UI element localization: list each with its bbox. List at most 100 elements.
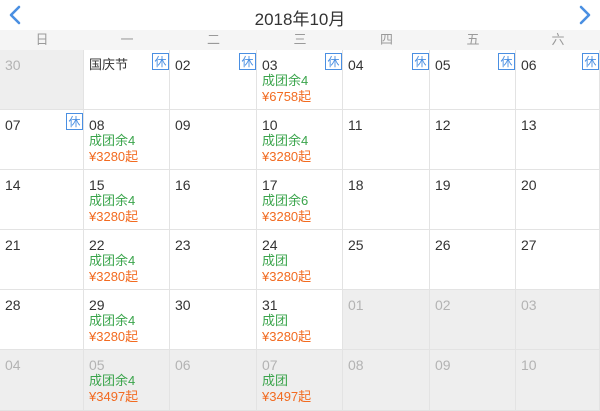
price-text: ¥3280起 [89, 329, 139, 344]
day-number: 03 [521, 297, 537, 313]
weekday-label: 一 [120, 32, 134, 47]
price-text: ¥3280起 [89, 209, 139, 224]
weekday-label: 五 [466, 32, 480, 47]
day-number: 06 [521, 57, 537, 73]
next-month-button[interactable] [572, 0, 598, 30]
day-number: 26 [435, 237, 451, 253]
weekday-label: 三 [293, 32, 307, 47]
day-number: 05 [89, 357, 105, 373]
day-cell[interactable]: 02 [430, 290, 516, 350]
day-number: 13 [521, 117, 537, 133]
day-number: 04 [5, 357, 21, 373]
day-cell[interactable]: 08 成团余4 ¥3280起 [84, 110, 170, 170]
day-number: 09 [435, 357, 451, 373]
price-text: ¥3280起 [262, 329, 312, 344]
availability-text: 成团 [262, 373, 289, 388]
day-cell[interactable]: 26 [430, 230, 516, 290]
day-number: 10 [262, 117, 278, 133]
availability-text: 成团 [262, 313, 289, 328]
day-cell[interactable]: 06 休 [516, 50, 600, 110]
day-cell[interactable]: 18 [343, 170, 430, 230]
day-cell[interactable]: 06 [170, 350, 257, 411]
holiday-badge: 休 [498, 53, 515, 70]
holiday-badge: 休 [412, 53, 429, 70]
day-number: 02 [435, 297, 451, 313]
price-text: ¥3497起 [262, 389, 312, 404]
holiday-badge: 休 [325, 53, 342, 70]
day-number: 23 [175, 237, 191, 253]
day-cell[interactable]: 15 成团余4 ¥3280起 [84, 170, 170, 230]
day-cell[interactable]: 04 [0, 350, 84, 411]
price-text: ¥3280起 [89, 269, 139, 284]
day-number: 30 [5, 57, 21, 73]
day-number: 14 [5, 177, 21, 193]
day-cell[interactable]: 国庆节 休 [84, 50, 170, 110]
day-cell[interactable]: 24 成团 ¥3280起 [257, 230, 343, 290]
day-cell[interactable]: 02 休 [170, 50, 257, 110]
price-text: ¥3280起 [262, 269, 312, 284]
availability-text: 成团余4 [262, 133, 309, 148]
availability-text: 成团余4 [89, 133, 136, 148]
day-cell[interactable]: 21 [0, 230, 84, 290]
day-number: 11 [348, 117, 363, 133]
price-text: ¥3280起 [89, 149, 139, 164]
chevron-right-icon [579, 5, 591, 25]
day-number: 国庆节 [89, 57, 129, 72]
day-number: 15 [89, 177, 105, 193]
day-cell[interactable]: 27 [516, 230, 600, 290]
weekday-label: 二 [206, 32, 220, 47]
availability-text: 成团余4 [262, 73, 309, 88]
day-cell[interactable]: 10 [516, 350, 600, 411]
price-text: ¥3280起 [262, 149, 312, 164]
day-cell[interactable]: 30 [170, 290, 257, 350]
availability-text: 成团余4 [89, 193, 136, 208]
day-number: 31 [262, 297, 278, 313]
price-text: ¥3280起 [262, 209, 312, 224]
calendar-header: 2018年10月 [0, 0, 600, 30]
day-cell[interactable]: 14 [0, 170, 84, 230]
day-cell[interactable]: 12 [430, 110, 516, 170]
day-number: 03 [262, 57, 278, 73]
day-cell[interactable]: 09 [430, 350, 516, 411]
day-number: 28 [5, 297, 21, 313]
day-cell[interactable]: 03 [516, 290, 600, 350]
day-cell[interactable]: 25 [343, 230, 430, 290]
day-cell[interactable]: 23 [170, 230, 257, 290]
day-cell[interactable]: 10 成团余4 ¥3280起 [257, 110, 343, 170]
day-cell[interactable]: 17 成团余6 ¥3280起 [257, 170, 343, 230]
day-cell[interactable]: 29 成团余4 ¥3280起 [84, 290, 170, 350]
weekday-header: 日 一 二 三 四 五 六 [0, 30, 600, 50]
day-number: 01 [348, 297, 364, 313]
day-cell[interactable]: 05 休 [430, 50, 516, 110]
availability-text: 成团余6 [262, 193, 309, 208]
holiday-badge: 休 [239, 53, 256, 70]
price-text: ¥3497起 [89, 389, 139, 404]
day-cell[interactable]: 20 [516, 170, 600, 230]
weekday-label: 四 [379, 32, 393, 47]
day-cell[interactable]: 03 休成团余4 ¥6758起 [257, 50, 343, 110]
day-cell[interactable]: 13 [516, 110, 600, 170]
day-number: 30 [175, 297, 191, 313]
day-number: 22 [89, 237, 105, 253]
day-cell[interactable]: 05 成团余4 ¥3497起 [84, 350, 170, 411]
day-number: 16 [175, 177, 191, 193]
day-cell[interactable]: 31 成团 ¥3280起 [257, 290, 343, 350]
day-cell[interactable]: 16 [170, 170, 257, 230]
day-cell[interactable]: 07 休 [0, 110, 84, 170]
calendar-grid: 30 国庆节休 02 休 03 休成团余4 ¥6758起 04 休 05 休 06 休 07 休 08 成团余4… [0, 50, 600, 411]
day-number: 09 [175, 117, 191, 133]
day-cell[interactable]: 30 [0, 50, 84, 110]
day-cell[interactable]: 11 [343, 110, 430, 170]
day-cell[interactable]: 19 [430, 170, 516, 230]
day-cell[interactable]: 22 成团余4 ¥3280起 [84, 230, 170, 290]
day-cell[interactable]: 09 [170, 110, 257, 170]
day-cell[interactable]: 08 [343, 350, 430, 411]
day-cell[interactable]: 01 [343, 290, 430, 350]
day-number: 08 [348, 357, 364, 373]
day-cell[interactable]: 28 [0, 290, 84, 350]
day-number: 27 [521, 237, 537, 253]
day-cell[interactable]: 07 成团 ¥3497起 [257, 350, 343, 411]
day-number: 20 [521, 177, 537, 193]
day-cell[interactable]: 04 休 [343, 50, 430, 110]
day-number: 24 [262, 237, 278, 253]
